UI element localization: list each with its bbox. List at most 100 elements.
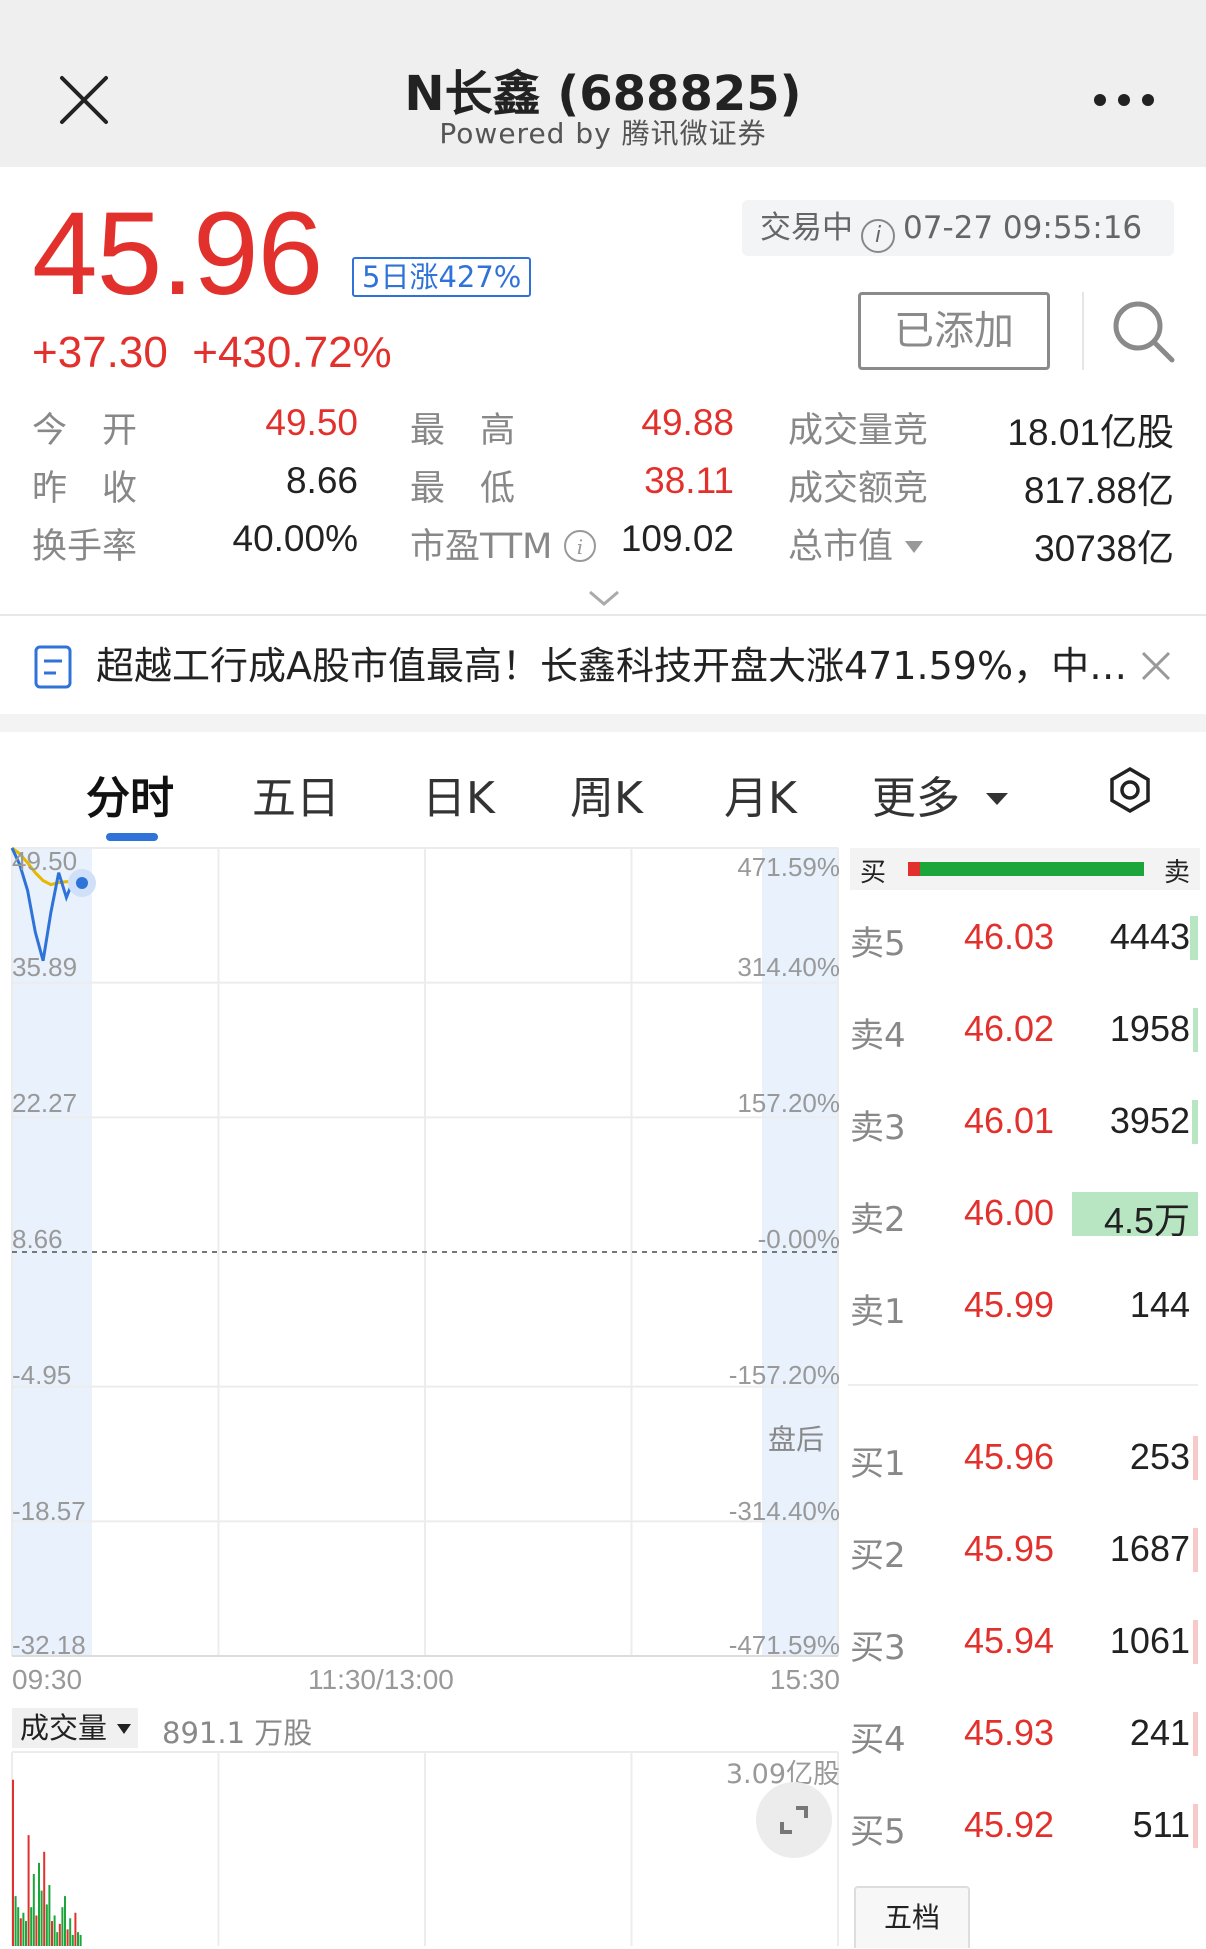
volume-bar <box>69 1918 72 1946</box>
change-amount: +37.30 <box>32 328 168 377</box>
bid-level-row[interactable]: 买2 45.95 1687 <box>848 1522 1198 1578</box>
volume-bar <box>1193 1712 1198 1756</box>
current-price: 45.96 <box>32 188 323 320</box>
y-left-tick: -4.95 <box>12 1360 72 1390</box>
level-label: 卖4 <box>850 1016 906 1056</box>
volume-bar <box>71 1934 74 1946</box>
stat-value-turnover-rate: 40.00% <box>232 518 359 559</box>
stat-label-open: 今 开 <box>32 411 138 451</box>
settings-icon[interactable] <box>1106 766 1154 814</box>
bid-level-row[interactable]: 买5 45.92 511 <box>848 1798 1198 1854</box>
quote-datetime: 07-27 09:55:16 <box>903 210 1143 246</box>
chevron-down-icon[interactable] <box>586 586 622 610</box>
y-right-tick: 471.59% <box>737 852 840 882</box>
caret-down-icon <box>986 793 1008 805</box>
stat-label-low: 最 低 <box>410 469 516 509</box>
level-price: 45.94 <box>963 1620 1055 1661</box>
volume-bar <box>25 1921 27 1946</box>
level-volume: 4.5万 <box>1103 1200 1190 1241</box>
volume-bars <box>12 1779 82 1946</box>
close-icon[interactable] <box>1140 650 1172 682</box>
volume-bar <box>27 1835 30 1946</box>
volume-bar <box>40 1890 43 1946</box>
info-icon[interactable]: i <box>861 219 895 253</box>
tab-more-label: 更多 <box>872 773 960 824</box>
ask-level-row[interactable]: 卖3 46.01 3952 <box>848 1094 1198 1150</box>
ask-level-row[interactable]: 卖4 46.02 1958 <box>848 1002 1198 1058</box>
stat-value-market-cap: 30738亿 <box>1034 528 1174 569</box>
info-icon[interactable]: i <box>563 529 597 563</box>
volume-bar <box>12 1779 14 1946</box>
intraday-chart[interactable]: 49.50 35.89 22.27 8.66 -4.95 -18.57 -32.… <box>0 846 840 1949</box>
tab-daily-k[interactable]: 日K <box>422 762 495 826</box>
app-header: N长鑫 (688825) Powered by 腾讯微证券 <box>0 0 1206 167</box>
level-volume: 4443 <box>1109 916 1190 957</box>
stat-value-turnover: 817.88亿 <box>1023 470 1174 511</box>
level-label: 买1 <box>850 1444 906 1484</box>
tab-intraday[interactable]: 分时 <box>86 762 174 826</box>
volume-indicator-select[interactable]: 成交量 <box>12 1708 138 1748</box>
order-book: 买 卖 卖5 46.03 4443 卖4 46.02 1958 卖3 46.01 3952 卖2 4… <box>848 846 1206 1949</box>
volume-label: 成交量 <box>20 1711 108 1745</box>
stat-value-open: 49.50 <box>265 402 358 443</box>
bid-level-row[interactable]: 买1 45.96 253 <box>848 1430 1198 1486</box>
level-volume: 3952 <box>1109 1100 1190 1141</box>
level-label: 买5 <box>850 1812 906 1852</box>
level-price: 45.95 <box>963 1528 1055 1569</box>
level-price: 46.02 <box>963 1008 1055 1049</box>
ratio-track <box>908 862 1144 876</box>
ask-level-row[interactable]: 卖2 46.00 4.5万 <box>848 1186 1198 1242</box>
news-headline[interactable]: 超越工行成A股市值最高！长鑫科技开盘大涨471.59%，中… <box>96 638 1126 694</box>
volume-bar <box>19 1918 22 1946</box>
buy-sell-ratio-bar: 买 卖 <box>850 848 1200 890</box>
volume-bar <box>66 1929 69 1946</box>
y-left-tick: -18.57 <box>12 1496 86 1526</box>
buy-ratio-fill <box>908 862 920 876</box>
volume-bar <box>48 1885 51 1946</box>
volume-bar <box>61 1907 64 1946</box>
divider <box>1082 292 1084 370</box>
ask-level-row[interactable]: 卖5 46.03 4443 <box>848 910 1198 966</box>
stat-label-prev-close: 昨 收 <box>32 469 138 509</box>
volume-grid <box>11 1751 839 1946</box>
tab-monthly-k[interactable]: 月K <box>724 762 797 826</box>
active-tab-indicator <box>106 833 158 841</box>
added-watchlist-button[interactable]: 已添加 <box>858 292 1050 370</box>
bid-level-row[interactable]: 买3 45.94 1061 <box>848 1614 1198 1670</box>
volume-bar <box>1193 1008 1198 1052</box>
tab-five-day[interactable]: 五日 <box>252 762 340 826</box>
fullscreen-button[interactable] <box>756 1782 832 1858</box>
after-hours-label: 盘后 <box>768 1423 825 1456</box>
level-label: 卖2 <box>850 1200 906 1240</box>
tab-more[interactable]: 更多 <box>872 762 1010 826</box>
volume-bar <box>45 1904 48 1946</box>
ask-level-row[interactable]: 卖1 45.99 144 <box>848 1278 1198 1334</box>
trading-status-bar: 交易中 i 07-27 09:55:16 <box>742 200 1174 256</box>
volume-bar <box>1190 916 1198 960</box>
volume-bar <box>51 1921 53 1946</box>
volume-bar <box>1193 1436 1198 1480</box>
stat-value-pe: 109.02 <box>620 518 734 559</box>
stat-label-market-cap[interactable]: 总市值 <box>788 518 924 569</box>
tab-five-levels[interactable]: 五档 <box>854 1886 970 1948</box>
y-left-tick: 35.89 <box>12 952 78 982</box>
search-icon[interactable] <box>1110 298 1176 364</box>
volume-bar <box>79 1934 82 1946</box>
current-volume: 891.1 万股 <box>162 1716 313 1750</box>
level-price: 45.92 <box>963 1804 1055 1845</box>
y-right-tick: -0.00% <box>757 1224 840 1254</box>
level-label: 卖1 <box>850 1292 906 1332</box>
y-right-tick: -157.20% <box>728 1360 840 1390</box>
intraday-chart-svg[interactable] <box>0 846 840 1949</box>
stat-label-turnover: 成交额竞 <box>788 469 929 509</box>
more-icon[interactable] <box>1092 88 1156 112</box>
level-label: 买3 <box>850 1628 906 1668</box>
caret-down-icon <box>905 541 924 553</box>
tab-weekly-k[interactable]: 周K <box>570 762 643 826</box>
stat-label-high: 最 高 <box>410 411 516 451</box>
volume-bar <box>35 1915 38 1946</box>
level-label: 买2 <box>850 1536 906 1576</box>
level-volume: 144 <box>1129 1284 1190 1325</box>
bid-level-row[interactable]: 买4 45.93 241 <box>848 1706 1198 1762</box>
level-price: 46.03 <box>963 916 1055 957</box>
